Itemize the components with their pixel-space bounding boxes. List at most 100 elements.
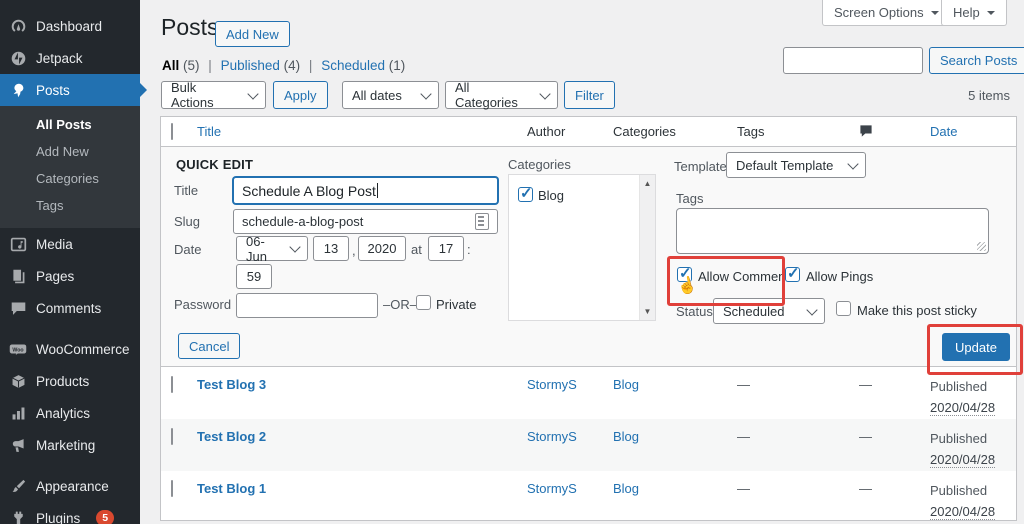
status-select[interactable]: Scheduled xyxy=(713,298,825,324)
dates-filter-select[interactable]: All dates xyxy=(342,81,439,109)
title-input[interactable]: Schedule A Blog Post xyxy=(233,177,498,204)
month-select[interactable]: 06-Jun xyxy=(236,236,308,261)
sidebar-item-label: Comments xyxy=(36,301,101,316)
help-button[interactable]: Help xyxy=(941,0,1007,26)
column-header-comments[interactable] xyxy=(853,122,924,141)
date-label: Date xyxy=(174,242,201,257)
row-checkbox[interactable] xyxy=(171,376,173,393)
post-title-link[interactable]: Test Blog 2 xyxy=(197,429,266,444)
sidebar-item-posts[interactable]: Posts xyxy=(0,74,140,106)
woocommerce-icon: Woo xyxy=(9,340,27,358)
view-scheduled-link[interactable]: Scheduled xyxy=(321,58,385,73)
media-icon xyxy=(9,235,27,253)
submenu-item-categories[interactable]: Categories xyxy=(0,165,140,192)
row-checkbox[interactable] xyxy=(171,480,173,497)
scroll-down-icon[interactable]: ▼ xyxy=(640,307,655,316)
tags-value: — xyxy=(737,429,750,444)
column-header-title[interactable]: Title xyxy=(191,124,521,139)
wordpress-admin-posts-page: Dashboard Jetpack Posts All Posts Add Ne… xyxy=(0,0,1024,524)
table-header-row: Title Author Categories Tags Date xyxy=(161,117,1016,147)
select-all-checkbox[interactable] xyxy=(171,123,173,140)
post-title-link[interactable]: Test Blog 3 xyxy=(197,377,266,392)
sidebar-item-marketing[interactable]: Marketing xyxy=(0,429,140,461)
sticky-checkbox[interactable] xyxy=(836,301,851,316)
day-input[interactable]: 13 xyxy=(313,236,349,261)
submenu-item-tags[interactable]: Tags xyxy=(0,192,140,219)
search-input[interactable] xyxy=(783,47,923,74)
column-header-author: Author xyxy=(521,124,607,139)
hand-cursor-icon: ☝ xyxy=(675,274,699,298)
category-blog-checkbox[interactable] xyxy=(518,187,533,202)
year-input[interactable]: 2020 xyxy=(358,236,406,261)
items-count: 5 items xyxy=(968,88,1010,103)
help-label: Help xyxy=(953,5,980,20)
sidebar-item-products[interactable]: Products xyxy=(0,365,140,397)
svg-text:Woo: Woo xyxy=(12,347,23,353)
sidebar-item-media[interactable]: Media xyxy=(0,228,140,260)
author-link[interactable]: StormyS xyxy=(527,429,577,444)
posts-table: Title Author Categories Tags Date QUICK … xyxy=(160,116,1017,521)
resize-handle[interactable] xyxy=(977,242,986,251)
submenu-item-add-new[interactable]: Add New xyxy=(0,138,140,165)
view-all-link[interactable]: All xyxy=(162,58,179,73)
sidebar-item-dashboard[interactable]: Dashboard xyxy=(0,10,140,42)
sidebar-item-woocommerce[interactable]: Woo WooCommerce xyxy=(0,333,140,365)
quick-edit-heading: QUICK EDIT xyxy=(176,157,253,172)
private-checkbox[interactable] xyxy=(416,295,431,310)
chevron-down-icon xyxy=(987,11,995,19)
categories-list-box: Blog ▲ ▼ xyxy=(508,174,656,321)
bulk-actions-select[interactable]: Bulk Actions xyxy=(161,81,266,109)
quick-edit-panel: QUICK EDIT Title Schedule A Blog Post Sl… xyxy=(161,147,1016,367)
add-new-button[interactable]: Add New xyxy=(215,21,290,47)
sidebar-item-label: Analytics xyxy=(36,406,90,421)
author-link[interactable]: StormyS xyxy=(527,481,577,496)
marketing-icon xyxy=(9,436,27,454)
autofill-icon[interactable] xyxy=(475,213,489,230)
minute-input[interactable]: 59 xyxy=(236,264,272,289)
sidebar-item-jetpack[interactable]: Jetpack xyxy=(0,42,140,74)
update-button[interactable]: Update xyxy=(942,333,1010,361)
post-date: 2020/04/28 xyxy=(930,400,995,416)
sidebar-item-label: Products xyxy=(36,374,89,389)
cancel-button[interactable]: Cancel xyxy=(178,333,240,359)
search-posts-button[interactable]: Search Posts xyxy=(929,47,1024,74)
tags-label: Tags xyxy=(676,191,703,206)
filter-button[interactable]: Filter xyxy=(564,81,615,109)
chevron-down-icon xyxy=(247,88,258,99)
password-input[interactable] xyxy=(236,293,378,318)
screen-options-button[interactable]: Screen Options xyxy=(822,0,951,26)
submenu-item-all-posts[interactable]: All Posts xyxy=(0,111,140,138)
categories-scrollbar[interactable]: ▲ ▼ xyxy=(639,175,655,320)
slug-label: Slug xyxy=(174,214,200,229)
sidebar-item-comments[interactable]: Comments xyxy=(0,292,140,324)
template-select[interactable]: Default Template xyxy=(726,152,866,178)
tags-textarea[interactable] xyxy=(676,208,989,254)
post-title-link[interactable]: Test Blog 1 xyxy=(197,481,266,496)
category-link[interactable]: Blog xyxy=(613,429,639,444)
sidebar-item-pages[interactable]: Pages xyxy=(0,260,140,292)
slug-input[interactable]: schedule-a-blog-post xyxy=(233,209,498,234)
plugins-update-badge: 5 xyxy=(96,510,114,524)
scroll-up-icon[interactable]: ▲ xyxy=(640,179,655,188)
row-checkbox[interactable] xyxy=(171,428,173,445)
allow-pings-label: Allow Pings xyxy=(806,269,873,284)
apply-button[interactable]: Apply xyxy=(273,81,328,109)
category-link[interactable]: Blog xyxy=(613,377,639,392)
categories-filter-select[interactable]: All Categories xyxy=(445,81,558,109)
appearance-icon xyxy=(9,477,27,495)
view-filter-links: All (5) | Published (4) | Scheduled (1) xyxy=(162,58,405,73)
sidebar-item-appearance[interactable]: Appearance xyxy=(0,470,140,502)
chevron-down-icon xyxy=(289,241,300,252)
category-link[interactable]: Blog xyxy=(613,481,639,496)
hour-input[interactable]: 17 xyxy=(428,236,464,261)
post-date: 2020/04/28 xyxy=(930,504,995,520)
allow-pings-checkbox[interactable] xyxy=(785,267,800,282)
column-header-date[interactable]: Date xyxy=(924,124,1016,139)
sidebar-item-analytics[interactable]: Analytics xyxy=(0,397,140,429)
date-cell: Published 2020/04/28 xyxy=(924,429,1016,471)
author-link[interactable]: StormyS xyxy=(527,377,577,392)
view-published-link[interactable]: Published xyxy=(221,58,280,73)
table-row: Test Blog 3 StormyS Blog — — Published 2… xyxy=(161,367,1016,419)
dashboard-icon xyxy=(9,17,27,35)
sidebar-item-plugins[interactable]: Plugins 5 xyxy=(0,502,140,524)
